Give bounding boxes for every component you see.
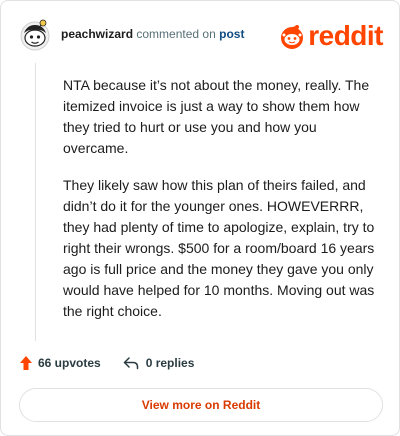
reddit-logo[interactable]: reddit — [278, 21, 383, 51]
reddit-wordmark: reddit — [308, 20, 383, 51]
snoo-avatar[interactable] — [19, 19, 51, 51]
comment-header: peachwizard commented on post reddit — [19, 15, 383, 55]
reddit-logo-icon — [281, 25, 304, 49]
embedded-comment-card: peachwizard commented on post reddit NTA… — [0, 0, 400, 436]
comment-meta: peachwizard commented on post — [61, 27, 244, 41]
upvote-arrow-icon — [20, 356, 32, 370]
reply-count: 0 replies — [145, 356, 195, 370]
comment-paragraph: They likely saw how this plan of theirs … — [63, 177, 375, 319]
thread-line — [35, 63, 36, 341]
comment-actions: 66 upvotes 0 replies — [19, 353, 194, 373]
action-text: commented on — [136, 27, 216, 41]
upvote-button[interactable]: 66 upvotes — [19, 355, 101, 371]
comment-paragraph: NTA because it’s not about the money, re… — [63, 77, 370, 156]
view-more-button[interactable]: View more on Reddit — [19, 388, 383, 422]
post-link[interactable]: post — [219, 27, 244, 41]
username-link[interactable]: peachwizard — [61, 27, 133, 41]
comment-body: NTA because it’s not about the money, re… — [63, 75, 381, 338]
replies-button[interactable]: 0 replies — [123, 356, 195, 370]
reply-arrow-icon — [123, 357, 138, 370]
upvote-count: 66 upvotes — [38, 356, 101, 370]
